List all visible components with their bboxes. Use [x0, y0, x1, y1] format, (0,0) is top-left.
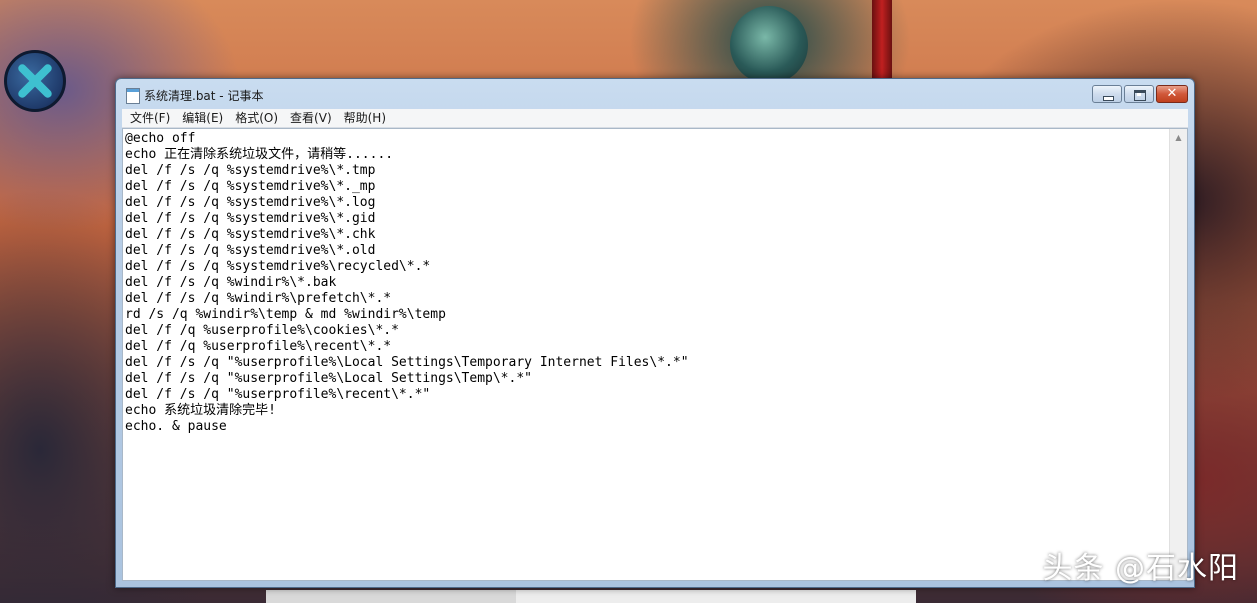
menu-edit[interactable]: 编辑(E): [176, 109, 229, 127]
menu-bar: 文件(F) 编辑(E) 格式(O) 查看(V) 帮助(H): [122, 109, 1188, 128]
vertical-scrollbar[interactable]: ▲: [1169, 129, 1187, 580]
window-title: 系统清理.bat - 记事本: [144, 89, 264, 103]
menu-help[interactable]: 帮助(H): [338, 109, 392, 127]
menu-format[interactable]: 格式(O): [229, 109, 284, 127]
code-line[interactable]: del /f /s /q "%userprofile%\Local Settin…: [125, 371, 1167, 387]
window-controls: ✕: [1092, 85, 1188, 103]
code-line[interactable]: echo. & pause: [125, 419, 1167, 435]
code-line[interactable]: del /f /s /q %systemdrive%\*.gid: [125, 211, 1167, 227]
wallpaper-button-art: [4, 50, 66, 112]
notepad-window[interactable]: 系统清理.bat - 记事本 ✕ 文件(F) 编辑(E) 格式(O) 查看(V)…: [115, 78, 1195, 588]
menu-view[interactable]: 查看(V): [284, 109, 338, 127]
watermark-text: 头条 @石水阳: [1042, 551, 1239, 586]
code-line[interactable]: del /f /s /q %systemdrive%\*.log: [125, 195, 1167, 211]
taskbar-strip-dark: [266, 590, 516, 603]
code-line[interactable]: del /f /s /q %systemdrive%\*.old: [125, 243, 1167, 259]
close-button[interactable]: ✕: [1156, 85, 1188, 103]
code-line[interactable]: del /f /s /q %systemdrive%\*._mp: [125, 179, 1167, 195]
code-line[interactable]: del /f /s /q %systemdrive%\*.chk: [125, 227, 1167, 243]
code-line[interactable]: echo 系统垃圾清除完毕!: [125, 403, 1167, 419]
code-line[interactable]: del /f /s /q %windir%\*.bak: [125, 275, 1167, 291]
wallpaper-orb-art: [730, 6, 808, 84]
minimize-button[interactable]: [1092, 85, 1122, 103]
code-line[interactable]: del /f /q %userprofile%\recent\*.*: [125, 339, 1167, 355]
code-line[interactable]: del /f /s /q %systemdrive%\*.tmp: [125, 163, 1167, 179]
wallpaper-rod-art: [872, 0, 892, 78]
minimize-icon: [1103, 96, 1114, 101]
notepad-icon[interactable]: [126, 88, 140, 104]
maximize-button[interactable]: [1124, 85, 1154, 103]
close-icon: ✕: [1166, 86, 1178, 101]
code-line[interactable]: del /f /s /q %systemdrive%\recycled\*.*: [125, 259, 1167, 275]
code-line[interactable]: del /f /s /q "%userprofile%\recent\*.*": [125, 387, 1167, 403]
code-line[interactable]: rd /s /q %windir%\temp & md %windir%\tem…: [125, 307, 1167, 323]
menu-file[interactable]: 文件(F): [124, 109, 176, 127]
editor-content[interactable]: @echo off echo 正在清除系统垃圾文件，请稍等...... del /f…: [125, 131, 1167, 580]
taskbar-strip: [266, 590, 916, 603]
code-line[interactable]: del /f /s /q "%userprofile%\Local Settin…: [125, 355, 1167, 371]
scroll-up-icon[interactable]: ▲: [1170, 129, 1187, 146]
code-line[interactable]: del /f /q %userprofile%\cookies\*.*: [125, 323, 1167, 339]
code-line[interactable]: @echo off: [125, 131, 1167, 147]
code-line[interactable]: del /f /s /q %windir%\prefetch\*.*: [125, 291, 1167, 307]
text-editor[interactable]: @echo off echo 正在清除系统垃圾文件，请稍等...... del /f…: [122, 128, 1188, 581]
code-line[interactable]: echo 正在清除系统垃圾文件，请稍等......: [125, 147, 1167, 163]
restore-icon: [1134, 90, 1146, 101]
title-bar[interactable]: 系统清理.bat - 记事本 ✕: [116, 79, 1194, 109]
